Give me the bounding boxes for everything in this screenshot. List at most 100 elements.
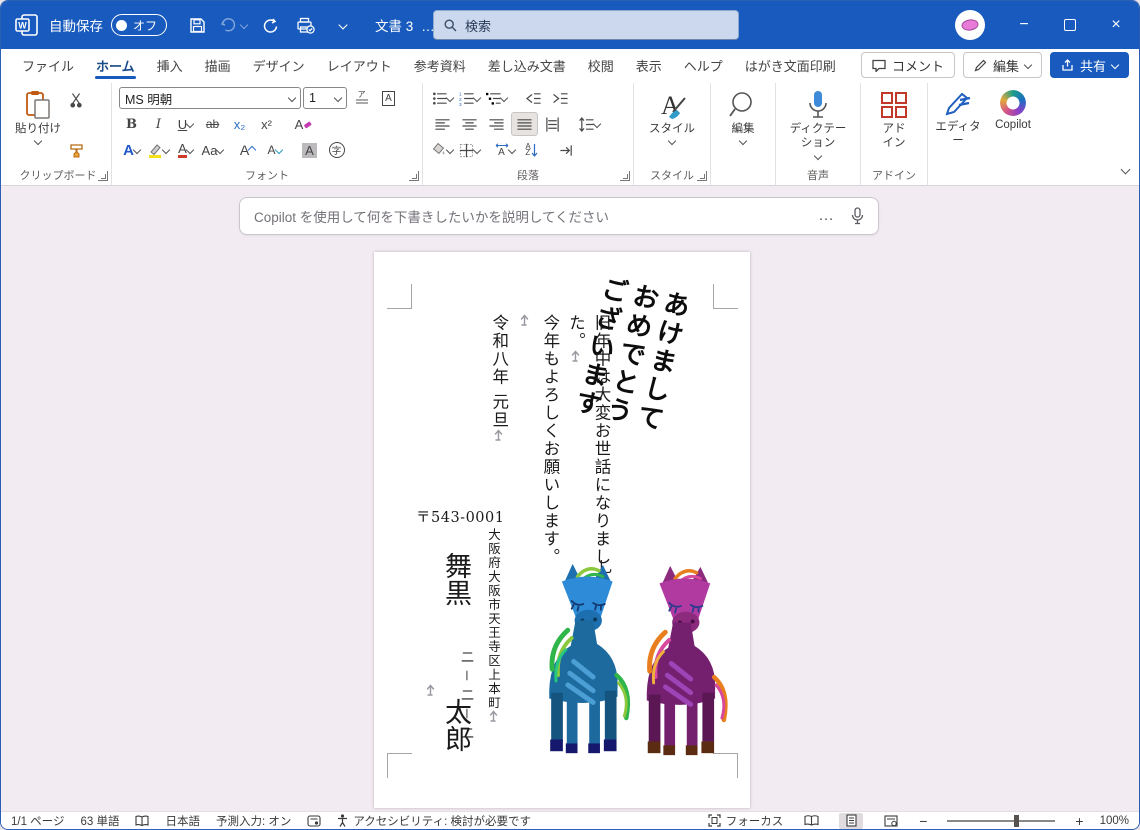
accessibility-status[interactable]: アクセシビリティ: 検討が必要です [337,813,531,829]
align-right-button[interactable] [484,113,509,135]
comments-button[interactable]: コメント [860,52,955,78]
save-button[interactable] [182,10,212,40]
shading-button[interactable] [430,139,455,161]
character-border-button[interactable]: A [376,87,401,109]
address-line1[interactable]: 大阪府大阪市天王寺区上本町 [484,528,503,722]
zoom-out-button[interactable]: − [919,813,927,829]
zoom-in-button[interactable]: + [1075,813,1083,829]
word-count[interactable]: 63 単語 [80,813,119,829]
copilot-button[interactable]: Copilot [987,85,1039,149]
read-mode-button[interactable] [799,813,823,829]
sender-name-part2[interactable]: 太郎 [436,698,475,766]
tab-home[interactable]: ホーム [85,49,146,81]
superscript-button[interactable]: x² [254,113,279,135]
sort-button[interactable]: AZ [519,139,544,161]
zoom-slider-thumb[interactable] [1014,814,1020,827]
bold-button[interactable]: B [119,113,144,135]
proofing-status[interactable] [135,815,150,827]
justify-button[interactable] [511,112,538,136]
bullets-button[interactable] [430,87,455,109]
horses-illustration[interactable] [536,560,740,760]
clear-formatting-button[interactable]: A [291,113,316,135]
editing-button[interactable]: 編集 [718,85,768,146]
format-painter-button[interactable] [64,139,89,161]
minimize-button[interactable]: − [1001,1,1047,49]
highlight-color-button[interactable] [146,139,171,161]
numbering-button[interactable]: 123 [457,87,482,109]
tab-design[interactable]: デザイン [242,49,316,81]
character-shading-button[interactable]: A [297,139,322,161]
body-text[interactable]: 旧年中は大変お世話になりまし た。 今年もよろしくお願いします。 令和八年 元旦 [486,314,614,576]
quick-print-button[interactable] [290,10,320,40]
ime-status[interactable] [307,814,321,827]
maximize-button[interactable] [1047,1,1093,49]
borders-button[interactable] [457,139,482,161]
strikethrough-button[interactable]: ab [200,113,225,135]
word-logo-icon[interactable]: W [15,13,39,37]
tab-mailings[interactable]: 差し込み文書 [477,49,577,81]
underline-button[interactable]: U [173,113,198,135]
editing-mode-button[interactable]: 編集 [962,52,1042,78]
dictation-button[interactable]: ディクテーション [783,85,853,160]
align-left-button[interactable] [430,113,455,135]
tab-layout[interactable]: レイアウト [316,49,403,81]
web-layout-button[interactable] [879,813,903,829]
ruby-button[interactable]: ア [349,87,374,109]
copilot-more-button[interactable]: … [818,207,835,225]
zoom-slider[interactable] [947,814,1056,827]
decrease-indent-button[interactable] [521,87,546,109]
enclose-characters-button[interactable]: 字 [324,139,349,161]
font-size-combo[interactable]: 1 [303,87,347,109]
font-name-combo[interactable]: MS 明朝 [119,87,301,109]
tab-references[interactable]: 参考資料 [403,49,477,81]
postal-code[interactable]: 〒543-0001 [416,506,504,527]
styles-button[interactable]: A スタイル [641,85,703,146]
tab-hagaki-print[interactable]: はがき文面印刷 [734,49,847,81]
tab-draw[interactable]: 描画 [194,49,242,81]
close-button[interactable]: × [1093,1,1139,49]
increase-indent-button[interactable] [548,87,573,109]
account-avatar[interactable] [955,10,985,40]
zoom-level[interactable]: 100% [1100,815,1129,827]
copilot-mic-button[interactable] [851,207,864,225]
print-layout-button[interactable] [839,812,864,829]
change-case-button[interactable]: Aa [200,139,225,161]
editor-button[interactable]: エディター [935,85,981,149]
paragraph-dialog-launcher[interactable] [620,171,630,181]
search-input[interactable]: 検索 [433,10,739,40]
focus-mode-button[interactable]: フォーカス [708,813,783,829]
tab-help[interactable]: ヘルプ [673,49,734,81]
cut-button[interactable] [64,89,89,111]
document-title[interactable]: 文書 3 [375,15,413,35]
italic-button[interactable]: I [146,113,171,135]
undo-button[interactable] [218,10,248,40]
character-scaling-button[interactable]: A [492,139,517,161]
tab-file[interactable]: ファイル [11,49,85,81]
align-center-button[interactable] [457,113,482,135]
grow-font-button[interactable]: A [235,139,260,161]
postcard-page[interactable]: あけまして おめでとう ございます 旧年中は大変お世話になりまし た。 今年もよ… [374,252,750,808]
font-color-button[interactable]: A [173,139,198,161]
language-status[interactable]: 日本語 [165,813,200,829]
line-spacing-button[interactable] [577,113,602,135]
copy-button[interactable] [64,114,89,136]
tab-insert[interactable]: 挿入 [146,49,194,81]
shrink-font-button[interactable]: A [262,139,287,161]
distribute-button[interactable] [540,113,565,135]
addins-button[interactable]: アドイン [868,85,920,151]
subscript-button[interactable]: x₂ [227,113,252,135]
clipboard-dialog-launcher[interactable] [98,171,108,181]
collapse-ribbon-chevron[interactable] [1120,161,1131,179]
tab-view[interactable]: 表示 [625,49,673,81]
show-formatting-marks-button[interactable] [554,139,579,161]
multilevel-list-button[interactable] [484,87,509,109]
tab-review[interactable]: 校閲 [577,49,625,81]
redo-button[interactable] [254,10,284,40]
font-dialog-launcher[interactable] [409,171,419,181]
document-canvas[interactable]: あけまして おめでとう ございます 旧年中は大変お世話になりまし た。 今年もよ… [1,186,1139,811]
toolbar-overflow-chevron[interactable] [326,10,356,40]
page-count[interactable]: 1/1 ページ [11,813,64,829]
paste-button[interactable]: 貼り付け [12,85,64,161]
copilot-prompt-bar[interactable]: Copilot を使用して何を下書きしたいかを説明してください … [239,197,879,235]
autosave-toggle[interactable]: オフ [111,14,168,36]
